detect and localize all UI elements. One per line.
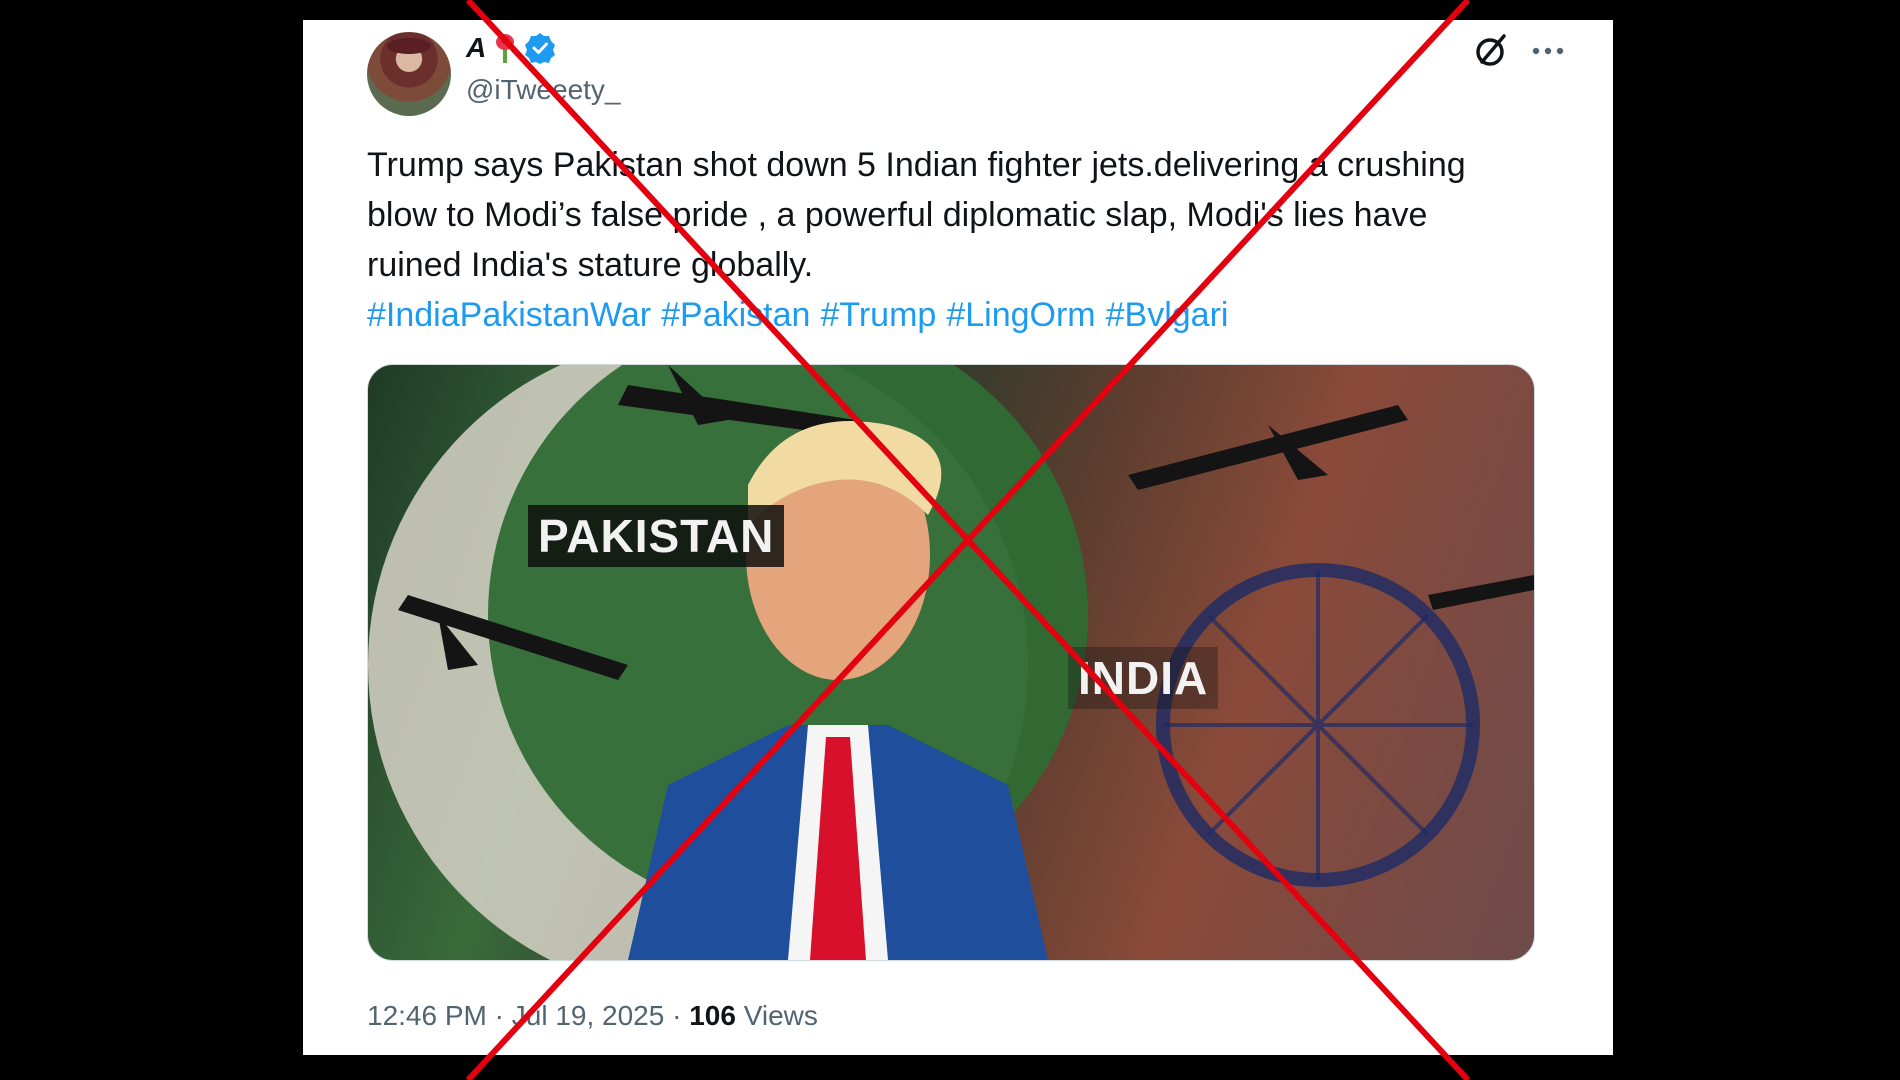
verified-badge-icon — [525, 33, 556, 64]
tweet-time[interactable]: 12:46 PM — [367, 1000, 487, 1031]
media-label-india: INDIA — [1068, 647, 1219, 709]
views-count[interactable]: 106 — [689, 1000, 736, 1031]
hashtag-link[interactable]: #IndiaPakistanWar — [367, 296, 651, 334]
views-label: Views — [743, 1000, 818, 1031]
hashtag-link[interactable]: #Bvlgari — [1106, 296, 1229, 334]
tweet-text-line: ruined India's stature globally. — [367, 246, 814, 284]
tweet-date[interactable]: Jul 19, 2025 — [512, 1000, 665, 1031]
meta-separator: · — [494, 1000, 504, 1031]
tweet-meta: 12:46 PM · Jul 19, 2025 · 106 Views — [367, 1000, 818, 1032]
tweet-card: A @iTweeety_ Trump says Pakistan shot do… — [303, 20, 1613, 1055]
author-handle[interactable]: @iTweeety_ — [466, 74, 621, 106]
tweet-media-image[interactable]: PAKISTAN INDIA — [367, 364, 1535, 961]
hashtag-list: #IndiaPakistanWar #Pakistan #Trump #LingOrm… — [367, 290, 1557, 340]
hashtag-link[interactable]: #Pakistan — [661, 296, 810, 334]
display-name[interactable]: A — [466, 32, 486, 64]
hashtag-link[interactable]: #Trump — [820, 296, 936, 334]
flower-emoji-icon — [492, 33, 518, 63]
more-options-icon[interactable] — [1529, 32, 1567, 70]
media-label-pakistan: PAKISTAN — [528, 505, 785, 567]
tweet-text: Trump says Pakistan shot down 5 Indian f… — [367, 140, 1557, 340]
avatar-hat — [387, 38, 431, 54]
grok-icon[interactable] — [1472, 32, 1510, 70]
meta-separator: · — [672, 1000, 682, 1031]
avatar[interactable] — [367, 32, 451, 116]
author-name-row[interactable]: A — [466, 32, 556, 64]
media-illustration — [368, 365, 1534, 960]
tweet-text-line: Trump says Pakistan shot down 5 Indian f… — [367, 146, 1466, 184]
hashtag-link[interactable]: #LingOrm — [946, 296, 1095, 334]
tweet-text-line: blow to Modi’s false pride , a powerful … — [367, 196, 1428, 234]
